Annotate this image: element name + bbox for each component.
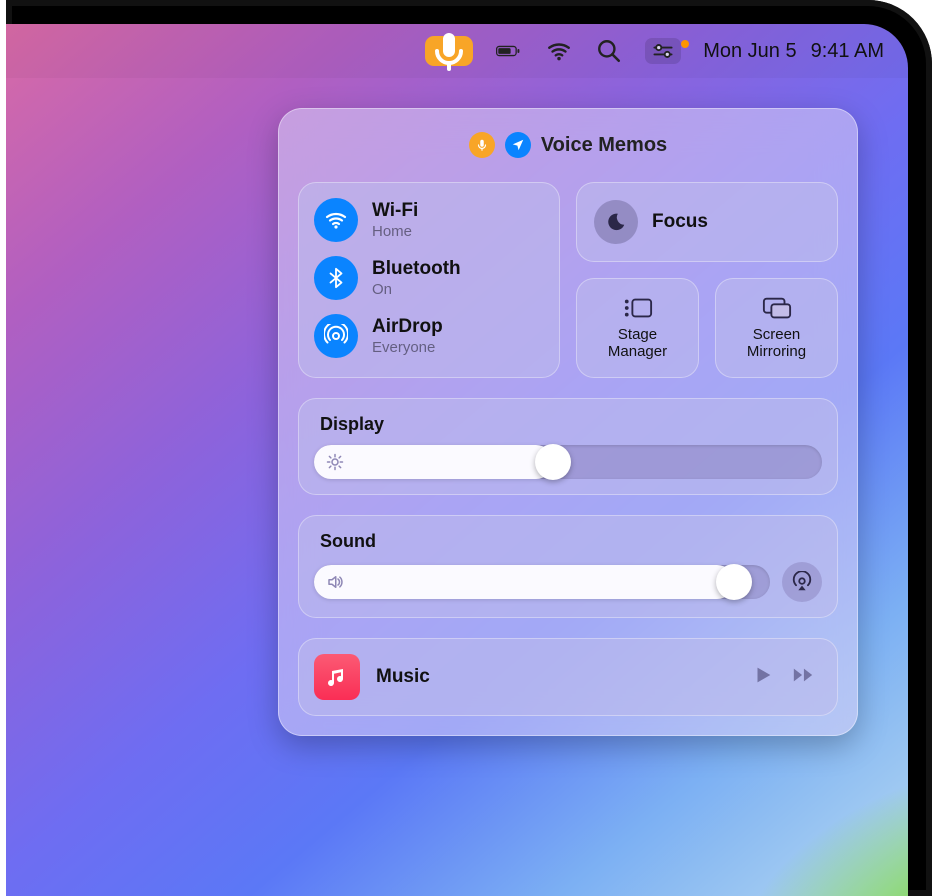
slider-thumb[interactable]: [716, 564, 752, 600]
screen-mirroring-label: Screen Mirroring: [747, 326, 806, 361]
device-bezel: Mon Jun 5 9:41 AM Voice Memos: [6, 0, 932, 896]
screen-mirroring-icon: [762, 296, 792, 320]
search-icon: [596, 38, 622, 64]
active-app-label: Voice Memos: [541, 134, 667, 157]
spotlight-search[interactable]: [595, 37, 623, 65]
focus-label: Focus: [652, 211, 708, 233]
location-in-use-badge: [505, 132, 531, 158]
now-playing-tile[interactable]: Music: [298, 638, 838, 716]
next-track-button[interactable]: [790, 664, 816, 691]
moon-icon: [594, 200, 638, 244]
location-icon: [511, 138, 525, 152]
bluetooth-toggle[interactable]: Bluetooth On: [314, 256, 544, 300]
stage-manager-toggle[interactable]: Stage Manager: [576, 278, 699, 378]
play-icon: [752, 664, 774, 686]
airplay-audio-button[interactable]: [782, 562, 822, 602]
mic-icon: [475, 138, 489, 152]
device-frame: Mon Jun 5 9:41 AM Voice Memos: [0, 0, 932, 896]
display-label: Display: [314, 414, 822, 435]
stage-manager-icon: [623, 296, 653, 320]
menu-bar-date: Mon Jun 5: [703, 40, 796, 63]
airdrop-subtitle: Everyone: [372, 339, 443, 356]
active-sensors-row[interactable]: Voice Memos: [298, 128, 838, 162]
battery-icon: [496, 38, 522, 64]
airdrop-title: AirDrop: [372, 316, 443, 338]
focus-toggle[interactable]: Focus: [576, 182, 838, 262]
slider-thumb[interactable]: [535, 444, 571, 480]
airdrop-icon: [314, 314, 358, 358]
sound-tile: Sound: [298, 515, 838, 618]
now-playing-label: Music: [376, 666, 736, 688]
wifi-subtitle: Home: [372, 223, 418, 240]
display-tile: Display: [298, 398, 838, 495]
airdrop-toggle[interactable]: AirDrop Everyone: [314, 314, 544, 358]
mic-icon: [425, 27, 473, 75]
wifi-status[interactable]: [545, 37, 573, 65]
wifi-title: Wi-Fi: [372, 200, 418, 222]
stage-manager-label: Stage Manager: [608, 326, 667, 361]
control-center-icon: [651, 42, 675, 60]
menu-bar-clock[interactable]: Mon Jun 5 9:41 AM: [703, 40, 884, 63]
bluetooth-title: Bluetooth: [372, 258, 461, 280]
control-center-panel: Voice Memos Wi-Fi Home: [278, 108, 858, 736]
control-center-menubar-toggle[interactable]: [645, 38, 681, 64]
play-button[interactable]: [752, 664, 774, 691]
mic-in-use-indicator[interactable]: [425, 36, 473, 66]
wifi-icon: [546, 38, 572, 64]
bluetooth-icon: [314, 256, 358, 300]
mic-in-use-badge: [469, 132, 495, 158]
sun-icon: [326, 453, 344, 471]
airplay-icon: [791, 571, 813, 593]
forward-icon: [790, 664, 816, 686]
menu-bar-time: 9:41 AM: [811, 40, 884, 63]
sound-volume-slider[interactable]: [314, 565, 770, 599]
music-app-icon: [314, 654, 360, 700]
screen-mirroring-toggle[interactable]: Screen Mirroring: [715, 278, 838, 378]
display-brightness-slider[interactable]: [314, 445, 822, 479]
battery-status[interactable]: [495, 37, 523, 65]
bluetooth-subtitle: On: [372, 281, 461, 298]
desktop-wallpaper: Mon Jun 5 9:41 AM Voice Memos: [6, 24, 908, 896]
sound-label: Sound: [314, 531, 822, 552]
wifi-icon: [314, 198, 358, 242]
menu-bar: Mon Jun 5 9:41 AM: [6, 24, 908, 78]
network-tile: Wi-Fi Home Bluetooth On: [298, 182, 560, 378]
wifi-toggle[interactable]: Wi-Fi Home: [314, 198, 544, 242]
music-note-icon: [325, 665, 349, 689]
speaker-icon: [326, 573, 344, 591]
